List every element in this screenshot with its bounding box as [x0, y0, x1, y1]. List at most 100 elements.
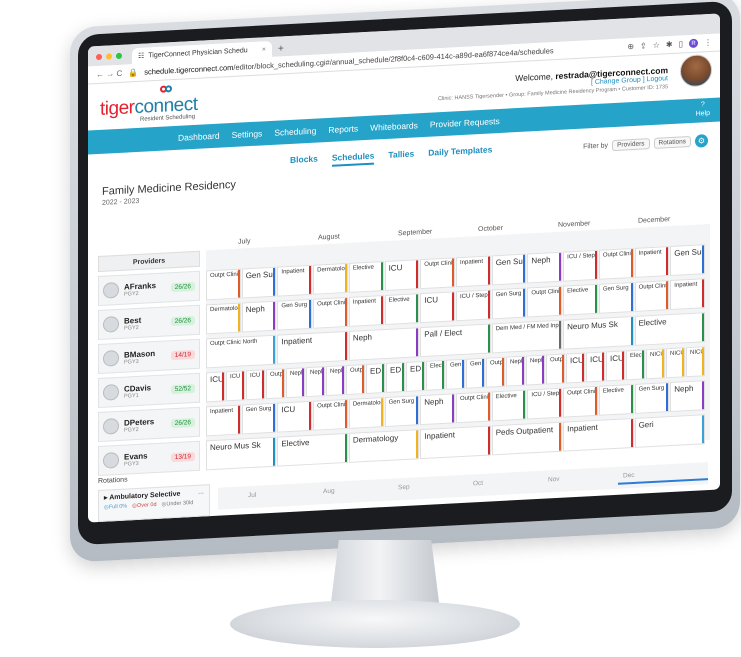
help-button[interactable]: ? Help: [696, 100, 710, 119]
nav-dashboard[interactable]: Dashboard: [178, 131, 220, 143]
schedule-block[interactable]: Gen Surg: [491, 253, 527, 286]
schedule-block[interactable]: Inpatient: [348, 295, 384, 327]
schedule-block[interactable]: Gen Sur: [670, 244, 705, 277]
schedule-block[interactable]: Outpt Clinic North: [206, 334, 277, 369]
schedule-block[interactable]: Outpt: [266, 368, 285, 400]
schedule-block[interactable]: Inpatient: [277, 330, 348, 365]
schedule-block[interactable]: Gen Su: [446, 358, 465, 390]
schedule-block[interactable]: Outpt Clinic South: [598, 247, 634, 280]
schedule-block[interactable]: Inpatient: [277, 264, 313, 297]
extensions-icon[interactable]: ✱: [666, 40, 673, 49]
schedule-block[interactable]: ICU: [206, 371, 225, 403]
schedule-block[interactable]: ICU: [606, 350, 625, 382]
schedule-block[interactable]: ICU: [384, 259, 420, 292]
provider-row[interactable]: Best PGY2 26/26: [98, 304, 200, 341]
schedule-block[interactable]: NICU: [646, 348, 665, 380]
schedule-block[interactable]: Outpt Clinic South: [634, 280, 670, 312]
schedule-block[interactable]: Dermatology: [348, 397, 384, 429]
schedule-block[interactable]: Outpt: [546, 353, 565, 385]
nav-arrows-icon[interactable]: ← → C: [96, 69, 122, 79]
schedule-block[interactable]: ED: [386, 361, 405, 393]
minimize-window-button[interactable]: [106, 53, 112, 60]
schedule-block[interactable]: Outpt Clinic South: [313, 398, 348, 431]
schedule-block[interactable]: Inpatient: [456, 255, 491, 288]
schedule-block[interactable]: Neph: [326, 365, 345, 397]
schedule-block[interactable]: Gen Surg: [634, 382, 670, 414]
schedule-block[interactable]: Elective: [598, 383, 634, 416]
schedule-block[interactable]: Neph: [526, 354, 545, 386]
maximize-window-button[interactable]: [116, 52, 122, 60]
schedule-block[interactable]: NICU: [666, 347, 685, 379]
tab-daily-templates[interactable]: Daily Templates: [428, 144, 492, 161]
filter-rotations-button[interactable]: Rotations: [653, 135, 691, 149]
provider-row[interactable]: CDavis PGY1 52/52: [98, 372, 200, 409]
nav-reports[interactable]: Reports: [328, 123, 358, 135]
schedule-block[interactable]: Neuro Mus Sk: [206, 436, 277, 471]
schedule-block[interactable]: ICU: [586, 351, 605, 383]
schedule-block[interactable]: ICU: [566, 352, 585, 384]
schedule-block[interactable]: Outpt Clinic South: [206, 268, 241, 301]
user-avatar[interactable]: [680, 53, 712, 88]
schedule-block[interactable]: Inpatient: [563, 417, 634, 452]
schedule-block[interactable]: NICU: [686, 346, 705, 378]
schedule-block[interactable]: Inpatient: [634, 246, 670, 278]
schedule-block[interactable]: ICU / Step Down: [563, 249, 598, 282]
nav-provider-requests[interactable]: Provider Requests: [430, 116, 500, 130]
provider-row[interactable]: Evans PGY3 13/19: [98, 440, 200, 477]
schedule-block[interactable]: Neph: [670, 380, 705, 413]
schedule-block[interactable]: ICU: [277, 400, 313, 433]
nav-scheduling[interactable]: Scheduling: [274, 126, 316, 138]
schedule-block[interactable]: Neph: [527, 251, 563, 284]
schedule-block[interactable]: Outpt Clinic South: [420, 257, 455, 290]
schedule-block[interactable]: Elective: [491, 389, 527, 422]
schedule-block[interactable]: Peds Outpatient: [491, 421, 563, 456]
share-icon[interactable]: ⇪: [640, 41, 647, 50]
filter-providers-button[interactable]: Providers: [612, 137, 650, 151]
schedule-block[interactable]: Elective: [563, 283, 598, 316]
schedule-block[interactable]: Gen Surg: [241, 402, 277, 435]
schedule-block[interactable]: Neph: [241, 300, 277, 333]
schedule-block[interactable]: Outpt Clinic South: [563, 385, 598, 418]
schedule-block[interactable]: Outpt Clinic South: [456, 391, 491, 424]
schedule-block[interactable]: Geri: [634, 414, 705, 448]
tab-close-icon[interactable]: ×: [262, 46, 266, 53]
tab-tallies[interactable]: Tallies: [388, 148, 414, 163]
schedule-block[interactable]: Dermatology: [313, 262, 348, 295]
schedule-block[interactable]: Gen Surg: [277, 298, 313, 331]
schedule-block[interactable]: Elective: [626, 349, 645, 381]
schedule-block[interactable]: Gen Surg: [598, 281, 634, 314]
tab-blocks[interactable]: Blocks: [290, 154, 318, 169]
schedule-block[interactable]: Elective: [348, 261, 384, 293]
schedule-block[interactable]: Outpt: [486, 356, 505, 388]
schedule-block[interactable]: Neph: [420, 393, 455, 426]
schedule-block[interactable]: Gen Surg: [384, 395, 420, 428]
schedule-block[interactable]: Neph: [286, 367, 305, 399]
schedule-block[interactable]: Pall / Elect: [420, 323, 491, 358]
schedule-block[interactable]: ED: [406, 360, 425, 392]
schedule-block[interactable]: Neuro Mus Sk: [563, 315, 634, 350]
schedule-block[interactable]: ICU / Step Down: [527, 387, 563, 420]
new-tab-button[interactable]: +: [278, 43, 284, 56]
schedule-block[interactable]: ICU: [420, 291, 455, 324]
schedule-block[interactable]: Gen Su: [466, 357, 485, 389]
more-icon[interactable]: ...: [198, 488, 204, 496]
schedule-block[interactable]: Elective: [384, 293, 420, 326]
schedule-block[interactable]: Outpt Clinic South: [527, 285, 563, 318]
schedule-block[interactable]: Dem Med / FM Med Inp: [491, 319, 563, 354]
sidebar-icon[interactable]: ▯: [679, 39, 683, 48]
schedule-block[interactable]: Outpt Clinic South: [313, 296, 348, 329]
schedule-block[interactable]: ICU / Step Down: [456, 289, 491, 322]
schedule-block[interactable]: Neph: [306, 366, 325, 398]
schedule-block[interactable]: Neph: [506, 355, 525, 387]
provider-row[interactable]: AFranks PGY2 26/26: [98, 270, 200, 307]
schedule-block[interactable]: Gen Surg: [241, 266, 277, 299]
schedule-block[interactable]: ICU: [246, 369, 265, 401]
schedule-block[interactable]: Inpatient: [420, 425, 491, 460]
schedule-block[interactable]: Gen Surg: [491, 287, 527, 320]
gear-icon[interactable]: ⚙: [695, 133, 708, 148]
schedule-block[interactable]: Dermatology: [206, 302, 241, 335]
provider-row[interactable]: BMason PGY3 14/19: [98, 338, 200, 375]
schedule-block[interactable]: Elective: [277, 432, 348, 467]
schedule-block[interactable]: Elective: [426, 359, 445, 391]
zoom-icon[interactable]: ⊕: [627, 42, 634, 51]
